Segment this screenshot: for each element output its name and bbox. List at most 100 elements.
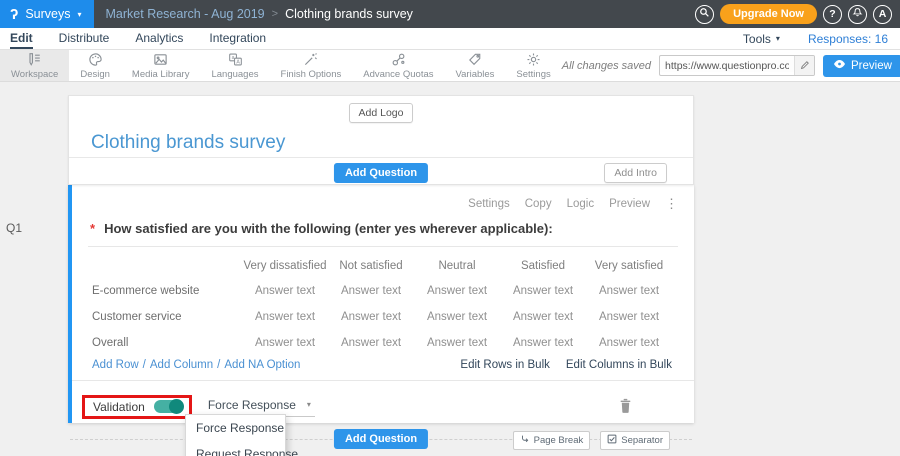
matrix-table: Very dissatisfied Not satisfied Neutral … <box>92 252 672 356</box>
link-separator: / <box>143 359 146 371</box>
chevron-down-icon: ▾ <box>307 400 311 409</box>
add-question-button-bottom[interactable]: Add Question <box>334 429 428 449</box>
matrix-cell[interactable]: Answer text <box>500 278 586 304</box>
matrix-cell[interactable]: Answer text <box>586 278 672 304</box>
edit-url-button[interactable] <box>794 56 814 75</box>
toolbar-right: All changes saved Preview <box>562 50 900 81</box>
add-logo-button[interactable]: Add Logo <box>349 103 414 123</box>
matrix-cell[interactable]: Answer text <box>586 304 672 330</box>
question-settings-link[interactable]: Settings <box>468 198 510 210</box>
survey-title[interactable]: Clothing brands survey <box>91 132 693 154</box>
menu-item-request-response[interactable]: Request Response <box>186 441 285 456</box>
validation-toggle[interactable] <box>154 400 182 413</box>
translate-icon: aA <box>228 52 243 67</box>
survey-editor-page: ʔ Surveys ▾ Market Research - Aug 2019 >… <box>0 0 900 456</box>
breadcrumb: Market Research - Aug 2019 > Clothing br… <box>106 7 413 21</box>
matrix-cell[interactable]: Answer text <box>414 330 500 356</box>
toolbar-item-languages[interactable]: aA Languages <box>200 50 269 81</box>
toolbar-item-variables[interactable]: Variables <box>445 50 506 81</box>
add-intro-button[interactable]: Add Intro <box>604 163 667 183</box>
add-row-link[interactable]: Add Row <box>92 359 139 371</box>
matrix-row-label[interactable]: E-commerce website <box>92 278 242 304</box>
add-na-option-link[interactable]: Add NA Option <box>224 359 300 371</box>
matrix-cell[interactable]: Answer text <box>242 330 328 356</box>
questionpro-logo: ʔ <box>10 7 18 22</box>
edit-rows-in-bulk-link[interactable]: Edit Rows in Bulk <box>460 359 549 371</box>
toolbar-item-advance-quotas[interactable]: Advance Quotas <box>352 50 444 81</box>
trash-icon <box>619 401 632 416</box>
matrix-cell[interactable]: Answer text <box>242 278 328 304</box>
toolbar-item-label: Workspace <box>11 69 58 80</box>
editor-toolbar: Workspace Design Media Library aA Langua… <box>0 50 900 82</box>
matrix-column-header[interactable]: Very satisfied <box>586 252 672 278</box>
page-break-button[interactable]: Page Break <box>513 431 591 450</box>
question-preview-link[interactable]: Preview <box>609 198 650 210</box>
menu-item-force-response[interactable]: Force Response <box>186 415 285 441</box>
top-bar: ʔ Surveys ▾ Market Research - Aug 2019 >… <box>0 0 900 28</box>
toolbar-item-workspace[interactable]: Workspace <box>0 50 69 81</box>
matrix-column-header[interactable]: Satisfied <box>500 252 586 278</box>
search-icon <box>699 7 710 21</box>
tab-integration[interactable]: Integration <box>209 28 266 49</box>
top-actions: Upgrade Now ? A <box>695 4 900 24</box>
toolbar-item-label: Design <box>80 69 110 80</box>
toolbar-item-media-library[interactable]: Media Library <box>121 50 201 81</box>
separator-button[interactable]: Separator <box>600 431 670 450</box>
notifications-button[interactable] <box>848 5 867 24</box>
tools-menu[interactable]: Tools ▾ <box>743 32 780 46</box>
survey-column: Add Logo Clothing brands survey Add Ques… <box>68 95 694 456</box>
matrix-cell[interactable]: Answer text <box>242 304 328 330</box>
question-logic-link[interactable]: Logic <box>567 198 595 210</box>
matrix-column-header[interactable]: Very dissatisfied <box>242 252 328 278</box>
toolbar-item-design[interactable]: Design <box>69 50 121 81</box>
survey-url-input[interactable] <box>660 60 794 72</box>
delete-question-button[interactable] <box>619 398 632 416</box>
search-button[interactable] <box>695 5 714 24</box>
matrix-cell[interactable]: Answer text <box>500 304 586 330</box>
edit-columns-in-bulk-link[interactable]: Edit Columns in Bulk <box>566 359 672 371</box>
validation-label: Validation <box>93 400 145 414</box>
upgrade-now-button[interactable]: Upgrade Now <box>720 4 817 24</box>
matrix-column-header[interactable]: Not satisfied <box>328 252 414 278</box>
toolbar-item-settings[interactable]: Settings <box>505 50 561 81</box>
add-column-link[interactable]: Add Column <box>150 359 213 371</box>
intro-actions-row: Add Question Add Intro <box>69 157 693 184</box>
matrix-cell[interactable]: Answer text <box>414 304 500 330</box>
tab-edit[interactable]: Edit <box>10 28 33 49</box>
survey-url-box <box>659 55 815 76</box>
matrix-cell[interactable]: Answer text <box>414 278 500 304</box>
matrix-row-label[interactable]: Overall <box>92 330 242 356</box>
responses-count[interactable]: Responses: 16 <box>808 32 888 46</box>
link-separator: / <box>217 359 220 371</box>
tab-analytics[interactable]: Analytics <box>135 28 183 49</box>
toolbar-item-finish-options[interactable]: Finish Options <box>270 50 353 81</box>
help-button[interactable]: ? <box>823 5 842 24</box>
add-question-button-top[interactable]: Add Question <box>334 163 428 183</box>
account-button[interactable]: A <box>873 5 892 24</box>
tab-distribute[interactable]: Distribute <box>59 28 110 49</box>
svg-text:A: A <box>236 59 240 65</box>
toolbar-item-label: Finish Options <box>281 69 342 80</box>
question-text-row[interactable]: *How satisfied are you with the followin… <box>72 212 694 246</box>
toggle-knob <box>169 399 184 414</box>
matrix-cell[interactable]: Answer text <box>328 330 414 356</box>
question-copy-link[interactable]: Copy <box>525 198 552 210</box>
matrix-row-label[interactable]: Customer service <box>92 304 242 330</box>
page-break-icon <box>520 434 530 447</box>
chevron-down-icon: ▾ <box>78 10 82 19</box>
matrix-cell[interactable]: Answer text <box>328 278 414 304</box>
divider <box>88 246 678 247</box>
matrix-cell[interactable]: Answer text <box>328 304 414 330</box>
breadcrumb-folder[interactable]: Market Research - Aug 2019 <box>106 7 265 21</box>
matrix-cell[interactable]: Answer text <box>500 330 586 356</box>
surveys-menu[interactable]: ʔ Surveys ▾ <box>0 0 94 28</box>
breadcrumb-separator: > <box>272 8 278 20</box>
chevron-down-icon: ▾ <box>776 34 780 43</box>
preview-button[interactable]: Preview <box>823 55 900 77</box>
between-questions-row: Add Question Page Break Separator <box>68 423 694 456</box>
gear-icon <box>526 52 541 67</box>
matrix-column-header[interactable]: Neutral <box>414 252 500 278</box>
kebab-menu-icon[interactable]: ⋮ <box>665 196 678 212</box>
matrix-cell[interactable]: Answer text <box>586 330 672 356</box>
question-number-label: Q1 <box>6 221 22 235</box>
